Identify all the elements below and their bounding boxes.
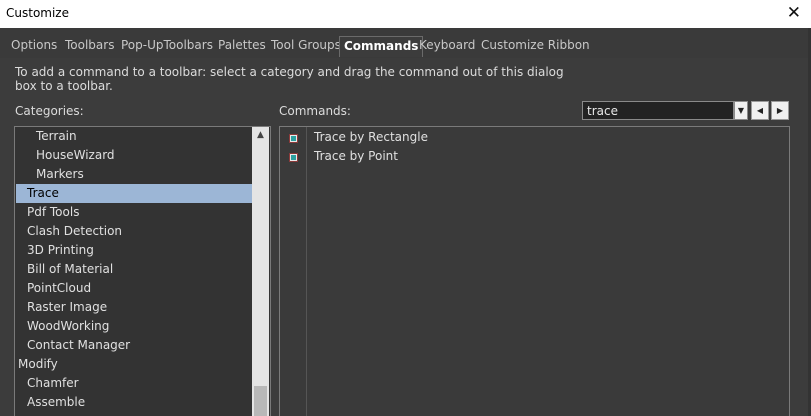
commands-label: Commands: <box>279 104 351 118</box>
tab-options[interactable]: Options <box>11 38 57 52</box>
trace-point-icon <box>289 153 298 162</box>
category-item-3d-printing[interactable]: 3D Printing <box>16 241 263 260</box>
close-icon[interactable]: ✕ <box>787 3 801 23</box>
tab-toolbars[interactable]: Toolbars <box>65 38 114 52</box>
category-item-chamfer[interactable]: Chamfer <box>16 374 263 393</box>
scroll-thumb[interactable] <box>254 386 267 416</box>
scroll-up-icon[interactable]: ▲ <box>252 127 269 144</box>
search-dropdown-button[interactable]: ▼ <box>734 101 748 120</box>
categories-label: Categories: <box>15 104 84 118</box>
category-item-woodworking[interactable]: WoodWorking <box>16 317 263 336</box>
categories-scrollbar[interactable]: ▲ <box>252 127 269 416</box>
category-item-housewizard[interactable]: HouseWizard <box>16 146 270 165</box>
category-item-raster-image[interactable]: Raster Image <box>16 298 263 317</box>
category-item-pdf-tools[interactable]: Pdf Tools <box>16 203 263 222</box>
category-item-modify[interactable]: Modify <box>16 355 254 374</box>
tab-commands[interactable]: Commands <box>339 36 424 57</box>
category-item-bill-of-material[interactable]: Bill of Material <box>16 260 263 279</box>
trace-rectangle-icon <box>289 134 298 143</box>
title-bar: Customize ✕ <box>0 0 811 28</box>
commands-list[interactable]: Trace by Rectangle Trace by Point <box>279 126 790 416</box>
category-item-markers[interactable]: Markers <box>16 165 270 184</box>
chevron-down-icon: ▼ <box>737 106 745 115</box>
category-item-assemble[interactable]: Assemble <box>16 393 263 412</box>
instructions-text: To add a command to a toolbar: select a … <box>15 65 564 93</box>
previous-button[interactable]: ◀ <box>751 101 769 120</box>
command-item-trace-by-rectangle[interactable]: Trace by Rectangle <box>314 128 428 147</box>
command-item-trace-by-point[interactable]: Trace by Point <box>314 147 398 166</box>
tab-pop-up-toolbars[interactable]: Pop-UpToolbars <box>121 38 213 52</box>
tab-bar: Options Toolbars Pop-UpToolbars Palettes… <box>0 28 811 58</box>
tab-palettes[interactable]: Palettes <box>218 38 266 52</box>
tab-customize-ribbon[interactable]: Customize Ribbon <box>481 38 590 52</box>
window-title: Customize <box>6 6 69 20</box>
category-item-pointcloud[interactable]: PointCloud <box>16 279 263 298</box>
next-button[interactable]: ▶ <box>771 101 789 120</box>
commands-icon-gutter <box>280 127 307 416</box>
arrow-left-icon: ◀ <box>756 106 764 115</box>
command-search-input[interactable] <box>582 101 734 120</box>
category-item-contact-manager[interactable]: Contact Manager <box>16 336 263 355</box>
categories-list[interactable]: Terrain HouseWizard Markers Trace Pdf To… <box>14 126 271 416</box>
category-item-clash-detection[interactable]: Clash Detection <box>16 222 263 241</box>
arrow-right-icon: ▶ <box>776 106 784 115</box>
tab-tool-groups[interactable]: Tool Groups <box>271 38 341 52</box>
tab-keyboard[interactable]: Keyboard <box>419 38 475 52</box>
category-item-terrain[interactable]: Terrain <box>16 127 270 146</box>
category-item-trace[interactable]: Trace <box>16 184 252 203</box>
